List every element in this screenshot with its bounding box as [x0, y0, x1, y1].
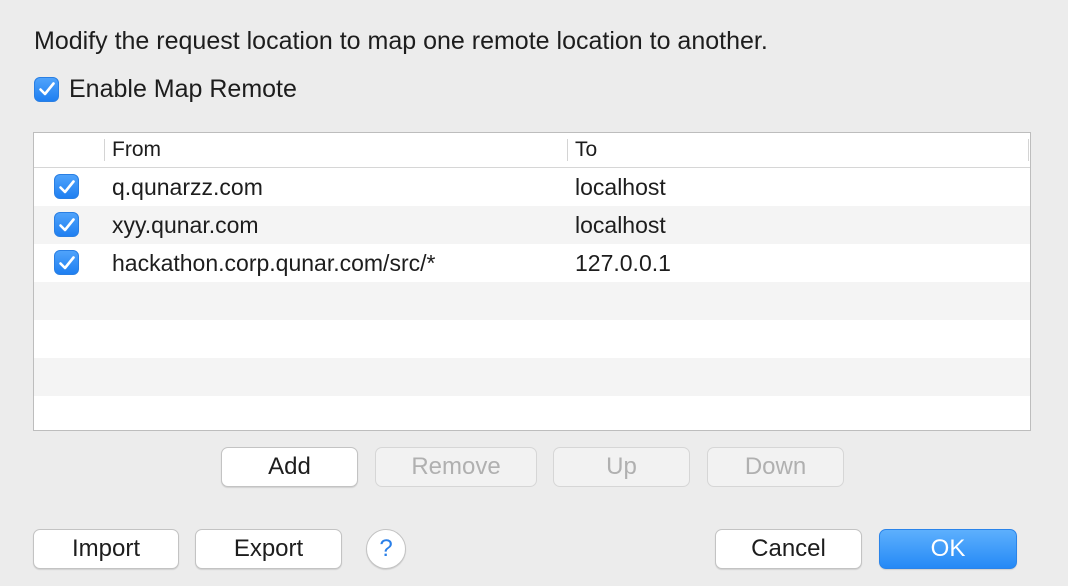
- checkmark-icon: [58, 217, 75, 231]
- row-from: q.qunarzz.com: [112, 174, 263, 200]
- row-enabled-checkbox[interactable]: [54, 212, 79, 237]
- ok-button[interactable]: OK: [879, 529, 1017, 569]
- table-row[interactable]: hackathon.corp.qunar.com/src/* 127.0.0.1: [34, 244, 1030, 282]
- header-separator: [1028, 139, 1029, 161]
- table-rows: q.qunarzz.com localhost xyy.qunar.com lo…: [34, 168, 1030, 430]
- row-enabled-checkbox[interactable]: [54, 174, 79, 199]
- enable-map-remote-row[interactable]: Enable Map Remote: [34, 73, 297, 105]
- add-button[interactable]: Add: [221, 447, 358, 487]
- empty-row: [34, 282, 1030, 320]
- row-to: localhost: [575, 174, 666, 200]
- header-separator: [104, 139, 105, 161]
- cancel-button[interactable]: Cancel: [715, 529, 862, 569]
- empty-row: [34, 396, 1030, 430]
- row-to: localhost: [575, 212, 666, 238]
- header-separator: [567, 139, 568, 161]
- help-button[interactable]: ?: [366, 529, 406, 569]
- question-icon: ?: [379, 535, 393, 562]
- header-to[interactable]: To: [575, 133, 597, 167]
- export-button[interactable]: Export: [195, 529, 342, 569]
- up-button[interactable]: Up: [553, 447, 690, 487]
- empty-row: [34, 320, 1030, 358]
- row-to: 127.0.0.1: [575, 250, 671, 276]
- checkmark-icon: [38, 82, 55, 96]
- table-header: From To: [34, 133, 1030, 168]
- down-button[interactable]: Down: [707, 447, 844, 487]
- dialog-description: Modify the request location to map one r…: [34, 27, 768, 55]
- checkmark-icon: [58, 255, 75, 269]
- row-from: xyy.qunar.com: [112, 212, 259, 238]
- row-enabled-checkbox[interactable]: [54, 250, 79, 275]
- table-row[interactable]: q.qunarzz.com localhost: [34, 168, 1030, 206]
- checkmark-icon: [58, 179, 75, 193]
- row-from: hackathon.corp.qunar.com/src/*: [112, 250, 436, 276]
- table-row[interactable]: xyy.qunar.com localhost: [34, 206, 1030, 244]
- header-from[interactable]: From: [112, 133, 161, 167]
- empty-row: [34, 358, 1030, 396]
- mappings-table[interactable]: From To q.qunarzz.com localhost xyy.quna…: [33, 132, 1031, 431]
- enable-map-remote-label[interactable]: Enable Map Remote: [69, 73, 297, 105]
- import-button[interactable]: Import: [33, 529, 179, 569]
- remove-button[interactable]: Remove: [375, 447, 537, 487]
- enable-map-remote-checkbox[interactable]: [34, 76, 59, 102]
